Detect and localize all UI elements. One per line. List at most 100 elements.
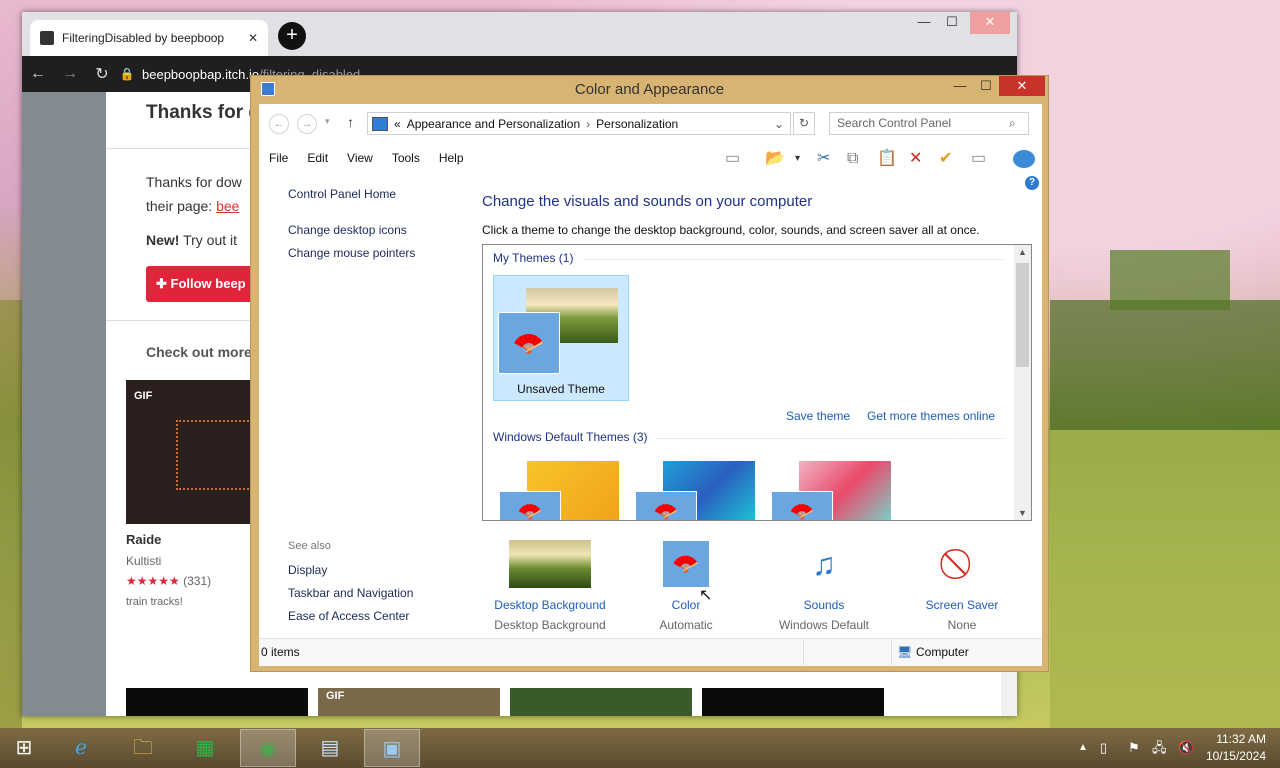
copy-icon[interactable]: ⧉: [847, 148, 858, 170]
gif-badge: GIF: [134, 390, 153, 402]
mouse-cursor-icon: ↖: [699, 587, 713, 604]
breadcrumb-appearance[interactable]: Appearance and Personalization: [407, 117, 580, 131]
menu-view[interactable]: View: [347, 151, 373, 165]
game-rating: ★★★★★ (331): [126, 574, 211, 588]
page-side-gutter: [22, 92, 106, 716]
cut-icon[interactable]: ✂: [817, 148, 830, 170]
control-panel-home-link[interactable]: Control Panel Home: [288, 187, 396, 201]
taskbar-navigation-link[interactable]: Taskbar and Navigation: [288, 586, 413, 600]
internet-explorer-icon[interactable]: ℯ: [56, 729, 106, 767]
tab-title: FilteringDisabled by beepboop: [62, 31, 225, 45]
get-more-themes-link[interactable]: Get more themes online: [867, 409, 995, 423]
rating-count: (331): [183, 574, 212, 588]
close-button[interactable]: ✕: [999, 76, 1045, 96]
sounds-value: Windows Default: [778, 618, 870, 632]
address-row: ← → ▾ ↑ « Appearance and Personalization…: [259, 104, 1042, 144]
reload-icon[interactable]: ↻: [86, 64, 118, 84]
browser-tab[interactable]: FilteringDisabled by beepboop ✕: [30, 20, 268, 56]
change-desktop-icons-link[interactable]: Change desktop icons: [288, 223, 407, 237]
new-promo: New! Try out it: [146, 232, 237, 248]
new-tab-button[interactable]: +: [278, 22, 306, 50]
minimize-button[interactable]: —: [947, 76, 973, 96]
desktop-background-value: Desktop Background: [494, 618, 606, 632]
theme-unsaved[interactable]: 🪭 Unsaved Theme: [493, 275, 629, 401]
folder-icon[interactable]: 📂: [765, 148, 785, 170]
recent-dropdown-icon[interactable]: ▾: [325, 116, 330, 127]
file-explorer-icon[interactable]: 🗀: [118, 729, 168, 767]
forward-icon[interactable]: →: [54, 65, 86, 83]
control-panel-taskbar-icon[interactable]: ▣: [364, 729, 420, 767]
color-item[interactable]: 🪭 Color Automatic: [621, 540, 751, 632]
globe-icon[interactable]: [1013, 150, 1035, 168]
windows-start-icon[interactable]: ⊞: [0, 729, 48, 767]
color-palette-icon: 🪭: [635, 491, 697, 520]
sounds-item[interactable]: ♫ Sounds Windows Default: [759, 540, 889, 632]
refresh-icon[interactable]: ↻: [793, 112, 815, 135]
game-card-thumbnail[interactable]: GIF: [318, 688, 500, 716]
url-host: beepboopbap.itch.io: [142, 66, 260, 82]
browser-close-button[interactable]: ✕: [970, 12, 1010, 34]
see-also-label: See also: [288, 540, 331, 552]
scroll-thumb[interactable]: [1016, 263, 1029, 367]
clock-time: 11:32 AM: [1216, 732, 1266, 746]
menu-help[interactable]: Help: [439, 151, 464, 165]
flag-icon[interactable]: ⚑: [1128, 728, 1140, 768]
breadcrumb-personalization[interactable]: Personalization: [596, 117, 678, 131]
game-card-thumbnail[interactable]: [702, 688, 884, 716]
delete-icon[interactable]: ✕: [909, 148, 922, 170]
paste-icon[interactable]: 📋: [877, 148, 897, 170]
menu-tools[interactable]: Tools: [392, 151, 420, 165]
chevron-down-icon[interactable]: ⌄: [774, 117, 784, 131]
game-author[interactable]: Kultisti: [126, 554, 161, 568]
menu-edit[interactable]: Edit: [307, 151, 328, 165]
scroll-up-icon[interactable]: ▲: [1014, 247, 1031, 257]
help-icon[interactable]: ?: [1025, 176, 1039, 190]
back-icon[interactable]: ←: [22, 65, 54, 83]
screen-saver-item[interactable]: ⃠ Screen Saver None: [897, 540, 1027, 632]
properties-icon[interactable]: ▭: [971, 148, 986, 170]
store-icon[interactable]: ▦: [180, 729, 230, 767]
forward-icon[interactable]: →: [297, 114, 317, 134]
network-icon[interactable]: 🖧: [1152, 728, 1167, 768]
show-hidden-icons[interactable]: ▲: [1078, 728, 1088, 768]
game-card-thumbnail[interactable]: [126, 688, 308, 716]
address-bar[interactable]: « Appearance and Personalization › Perso…: [367, 112, 791, 135]
thanks-text: Thanks for dow: [146, 174, 242, 190]
scroll-down-icon[interactable]: ▼: [1014, 508, 1031, 518]
page-subtitle: Click a theme to change the desktop back…: [482, 223, 980, 237]
divider: [803, 639, 804, 665]
creator-link[interactable]: bee: [216, 198, 239, 214]
maximize-button[interactable]: ☐: [973, 76, 999, 96]
chrome-icon[interactable]: ◉: [240, 729, 296, 767]
muted-speaker-icon[interactable]: 🔇: [1178, 728, 1194, 768]
task-manager-icon[interactable]: ▤: [302, 729, 358, 767]
game-title[interactable]: Raide: [126, 532, 161, 547]
minimize-button[interactable]: —: [914, 12, 934, 34]
ease-of-access-link[interactable]: Ease of Access Center: [288, 609, 409, 623]
back-icon[interactable]: ←: [269, 114, 289, 134]
desktop-background-label: Desktop Background: [494, 598, 606, 612]
display-link[interactable]: Display: [288, 563, 327, 577]
chevron-down-icon[interactable]: ▾: [795, 148, 800, 170]
themes-scrollbar[interactable]: ▲ ▼: [1014, 245, 1031, 520]
taskbar: ⊞ ℯ 🗀 ▦ ◉ ▤ ▣ ▲ ▯ ⚑ 🖧 🔇 11:32 AM 10/15/2…: [0, 728, 1280, 768]
change-mouse-pointers-link[interactable]: Change mouse pointers: [288, 246, 415, 260]
status-bar: 0 items 🖥 Computer: [259, 638, 1042, 666]
up-icon[interactable]: ↑: [347, 114, 354, 130]
save-theme-link[interactable]: Save theme: [786, 409, 850, 423]
checkmark-icon[interactable]: ✔: [939, 148, 952, 170]
screen-saver-value: None: [947, 618, 977, 632]
layout-icon[interactable]: ▭: [725, 148, 740, 170]
menu-file[interactable]: File: [269, 151, 288, 165]
theme-label: Unsaved Theme: [517, 382, 605, 396]
check-out-heading: Check out more: [146, 344, 252, 360]
tablet-icon[interactable]: ▯: [1100, 728, 1107, 768]
system-clock[interactable]: 11:32 AM 10/15/2024: [1206, 731, 1266, 765]
tab-close-icon[interactable]: ✕: [248, 31, 258, 45]
window-title: Color and Appearance: [574, 81, 725, 98]
maximize-button[interactable]: ☐: [940, 12, 964, 34]
search-icon[interactable]: ⌕: [1009, 116, 1016, 131]
game-card-thumbnail[interactable]: [510, 688, 692, 716]
search-input[interactable]: Search Control Panel: [829, 112, 1029, 135]
desktop-background-item[interactable]: Desktop Background Desktop Background: [485, 540, 615, 632]
